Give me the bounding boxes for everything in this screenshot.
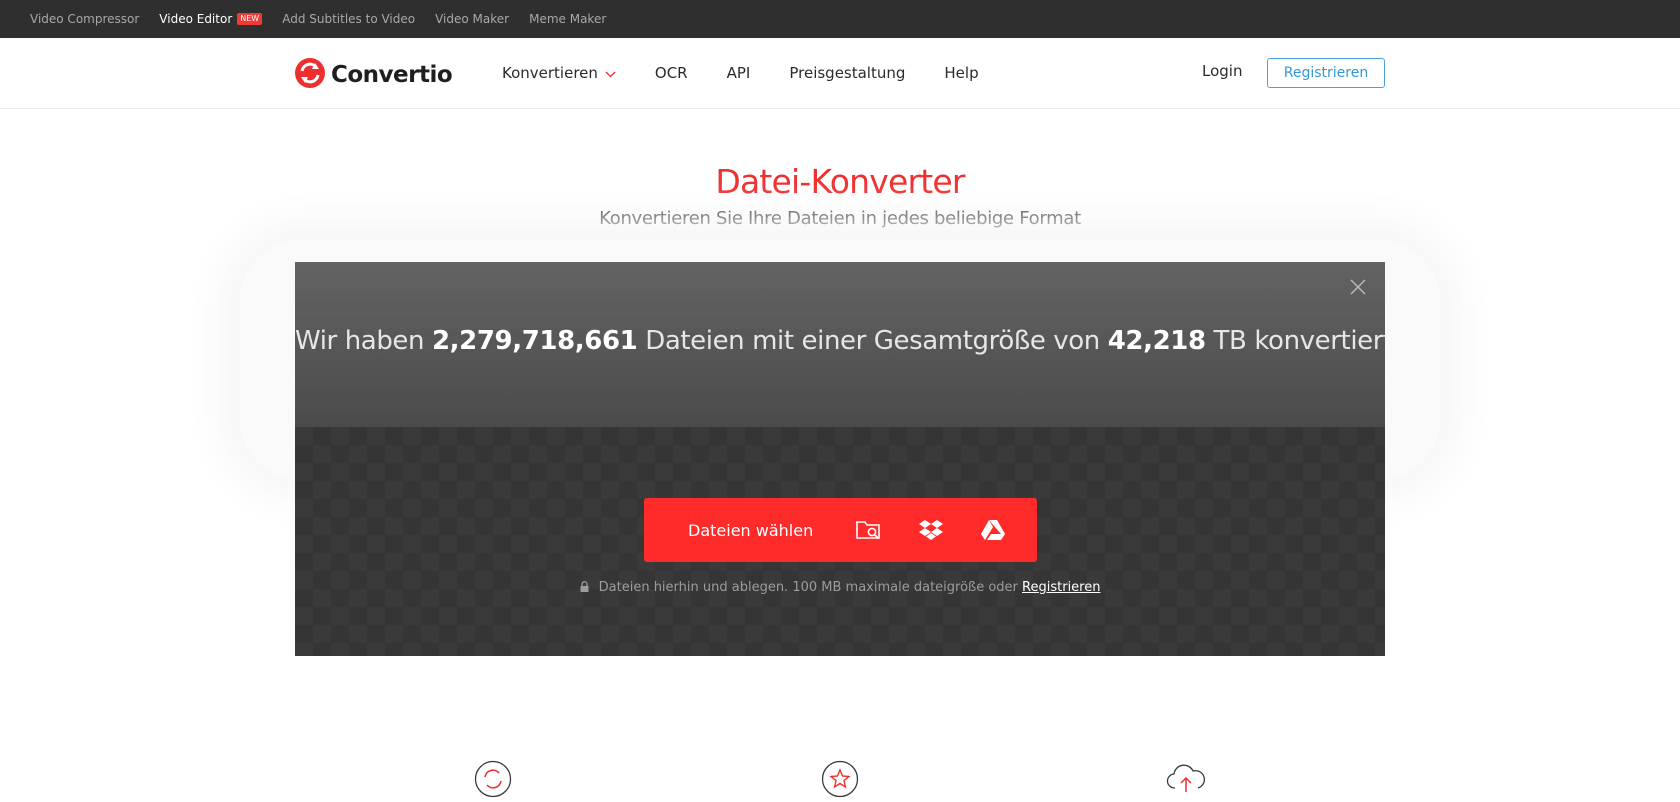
topbar-link-video-compressor[interactable]: Video Compressor	[30, 12, 139, 26]
topbar-link-meme-maker[interactable]: Meme Maker	[529, 12, 606, 26]
nav-label: Help	[944, 64, 979, 82]
topbar-link-video-maker[interactable]: Video Maker	[435, 12, 509, 26]
converter-box: Wir haben 2,279,718,661 Dateien mit eine…	[295, 262, 1385, 656]
topbar-link-label: Add Subtitles to Video	[282, 12, 416, 26]
upload-hint: Dateien hierhin und ablegen. 100 MB maxi…	[295, 580, 1385, 596]
nav-label: Konvertieren	[502, 64, 598, 82]
page-title: Datei-Konverter	[715, 162, 965, 201]
topbar-link-add-subtitles[interactable]: Add Subtitles to Video	[282, 12, 415, 26]
nav-label: Preisgestaltung	[789, 64, 906, 82]
nav-item-help[interactable]: Help	[944, 64, 978, 82]
dropbox-icon[interactable]	[900, 498, 962, 562]
stats-panel: Wir haben 2,279,718,661 Dateien mit eine…	[295, 262, 1385, 427]
top-product-bar: Video Compressor Video Editor NEW Add Su…	[0, 0, 1680, 38]
nav-label: OCR	[654, 64, 688, 82]
convertio-logo-icon	[295, 58, 325, 92]
choose-files-button[interactable]: Dateien wählen	[644, 498, 1037, 562]
topbar-link-label: Video Editor	[159, 12, 233, 26]
stats-text: Wir haben 2,279,718,661 Dateien mit eine…	[295, 326, 1385, 356]
register-button[interactable]: Registrieren	[1267, 58, 1385, 88]
nav-item-konvertieren[interactable]: Konvertieren	[502, 64, 616, 82]
nav-item-api[interactable]: API	[727, 64, 751, 82]
site-header: Convertio Konvertieren OCR API Preisgest…	[0, 38, 1680, 109]
nav-item-ocr[interactable]: OCR	[655, 64, 688, 82]
main-nav: Konvertieren OCR API Preisgestaltung Hel…	[502, 38, 1018, 108]
star-icon	[821, 760, 859, 802]
hint-register-link[interactable]: Registrieren	[1022, 580, 1100, 595]
topbar-link-label: Video Maker	[435, 12, 510, 26]
nav-label: API	[726, 64, 751, 82]
folder-search-icon[interactable]	[838, 498, 900, 562]
lock-icon	[580, 581, 589, 596]
stats-prefix: Wir haben	[295, 326, 425, 356]
stats-total-size: 42,218	[1107, 326, 1206, 356]
stats-middle: Dateien mit einer Gesamtgröße von	[645, 326, 1100, 356]
new-badge: NEW	[237, 13, 263, 25]
upload-hint-text: Dateien hierhin und ablegen. 100 MB maxi…	[598, 580, 1018, 595]
topbar-link-label: Meme Maker	[529, 12, 607, 26]
page-subtitle: Konvertieren Sie Ihre Dateien in jedes b…	[599, 208, 1081, 229]
nav-item-preisgestaltung[interactable]: Preisgestaltung	[789, 64, 905, 82]
drop-zone[interactable]: Dateien wählen Dateien hierhin und ableg…	[295, 427, 1385, 656]
logo-text: Convertio	[331, 62, 453, 88]
logo[interactable]: Convertio	[295, 58, 453, 92]
cloud-upload-icon	[1165, 760, 1207, 802]
close-icon[interactable]	[1350, 279, 1366, 299]
stats-files-count: 2,279,718,661	[431, 326, 638, 356]
choose-files-label: Dateien wählen	[688, 520, 814, 540]
login-link[interactable]: Login	[1202, 62, 1242, 80]
convert-refresh-icon	[474, 760, 512, 802]
stats-suffix: TB konvertiert	[1213, 326, 1385, 356]
topbar-link-video-editor[interactable]: Video Editor NEW	[159, 12, 263, 26]
topbar-link-label: Video Compressor	[30, 12, 140, 26]
google-drive-icon[interactable]	[962, 498, 1024, 562]
chevron-down-icon	[605, 64, 616, 82]
